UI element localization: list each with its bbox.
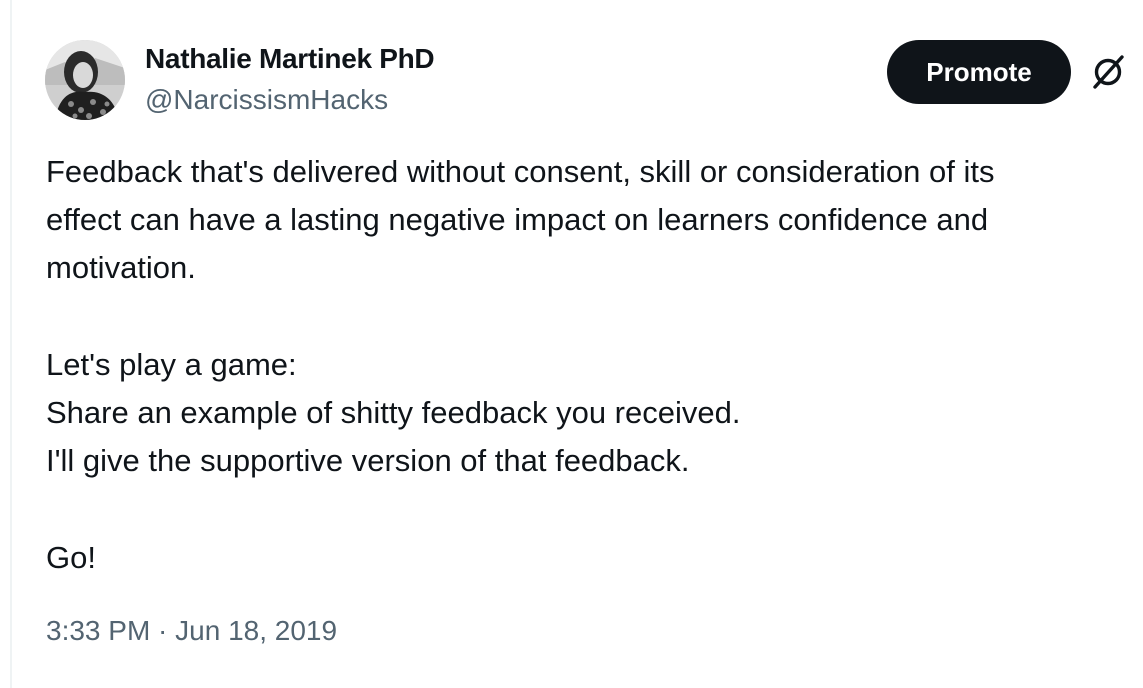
author-display-name[interactable]: Nathalie Martinek PhD: [145, 43, 435, 75]
avatar[interactable]: [45, 40, 125, 120]
tweet-text-line: Feedback that's delivered without consen…: [46, 154, 995, 189]
grok-slash-icon[interactable]: [1088, 52, 1128, 92]
tweet-text-line: Let's play a game:: [46, 346, 297, 382]
profile-photo-icon: [45, 40, 125, 120]
tweet-text-line: [46, 485, 1143, 533]
tweet-text-line: [46, 293, 1143, 341]
tweet-timestamp[interactable]: 3:33 PM · Jun 18, 2019: [46, 615, 337, 647]
tweet-text-line: Share an example of shitty feedback you …: [46, 394, 741, 430]
tweet-text-line: effect can have a lasting negative impac…: [46, 202, 989, 238]
timeline-border: [10, 0, 12, 688]
tweet-text-line: Go!: [46, 539, 96, 575]
tweet-text-line: I'll give the supportive version of that…: [46, 443, 690, 479]
tweet-detail: Nathalie Martinek PhD @NarcissismHacks P…: [0, 0, 1143, 688]
tweet-text: Feedback that's delivered without consen…: [46, 148, 1143, 582]
tweet-text-line: motivation.: [46, 250, 196, 286]
author-handle[interactable]: @NarcissismHacks: [145, 84, 388, 116]
promote-button[interactable]: Promote: [887, 40, 1071, 104]
